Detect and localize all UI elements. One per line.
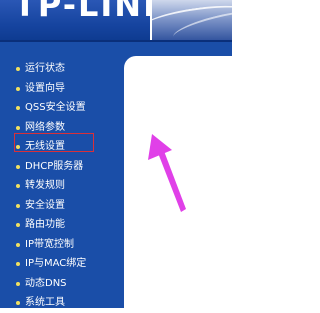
sidebar-item-label: QSS安全设置 xyxy=(25,102,86,113)
bullet-icon xyxy=(16,262,20,266)
sidebar-nav: 运行状态 设置向导 QSS安全设置 网络参数 无线设置 DHCP服务器 转发规则 xyxy=(0,42,110,308)
sidebar-item-system-tools[interactable]: 系统工具 xyxy=(0,293,110,313)
sidebar-item-label: 运行状态 xyxy=(25,63,65,74)
bullet-icon xyxy=(16,125,20,130)
sidebar-item-dhcp[interactable]: DHCP服务器 xyxy=(0,157,110,177)
sidebar-menu: 运行状态 设置向导 QSS安全设置 网络参数 无线设置 DHCP服务器 转发规则 xyxy=(0,59,110,313)
sidebar-item-label: DHCP服务器 xyxy=(25,160,84,172)
sidebar-item-label: 系统工具 xyxy=(25,297,65,308)
bullet-icon xyxy=(16,106,20,110)
sidebar-item-label: IP带宽控制 xyxy=(25,238,74,250)
bullet-icon xyxy=(16,281,20,286)
bullet-icon xyxy=(16,242,20,247)
sidebar-item-forwarding[interactable]: 转发规则 xyxy=(0,176,110,196)
sidebar-item-qss[interactable]: QSS安全设置 xyxy=(0,98,110,118)
sidebar-item-setup-wizard[interactable]: 设置向导 xyxy=(0,79,110,99)
logo-text: TP-LINK xyxy=(14,0,150,24)
sidebar-item-ddns[interactable]: 动态DNS xyxy=(0,274,110,294)
bullet-icon xyxy=(16,203,20,208)
bullet-icon xyxy=(16,223,20,227)
bullet-icon xyxy=(16,164,20,169)
tp-link-logo: TP-LINK xyxy=(0,0,150,42)
sidebar-item-status[interactable]: 运行状态 xyxy=(0,59,110,79)
sidebar-item-label: 设置向导 xyxy=(25,82,65,94)
sidebar-item-ip-mac-binding[interactable]: IP与MAC绑定 xyxy=(0,254,110,274)
sidebar-item-label: 转发规则 xyxy=(25,180,65,191)
sidebar-item-label: 动态DNS xyxy=(25,277,67,289)
highlight-box xyxy=(14,133,94,152)
bullet-icon xyxy=(16,67,20,71)
bullet-icon xyxy=(16,184,20,188)
sidebar-item-bandwidth[interactable]: IP带宽控制 xyxy=(0,235,110,255)
bullet-icon xyxy=(16,86,20,91)
header-banner-art xyxy=(152,0,232,42)
sidebar-item-label: 路由功能 xyxy=(25,219,65,230)
content-area xyxy=(110,42,232,308)
header-bar: TP-LINK xyxy=(0,0,232,42)
sidebar-item-label: IP与MAC绑定 xyxy=(25,258,87,269)
sidebar-item-security[interactable]: 安全设置 xyxy=(0,196,110,216)
content-panel xyxy=(124,56,232,308)
sidebar-item-label: 安全设置 xyxy=(25,199,65,211)
sidebar-item-routing[interactable]: 路由功能 xyxy=(0,215,110,235)
bullet-icon xyxy=(16,301,20,305)
